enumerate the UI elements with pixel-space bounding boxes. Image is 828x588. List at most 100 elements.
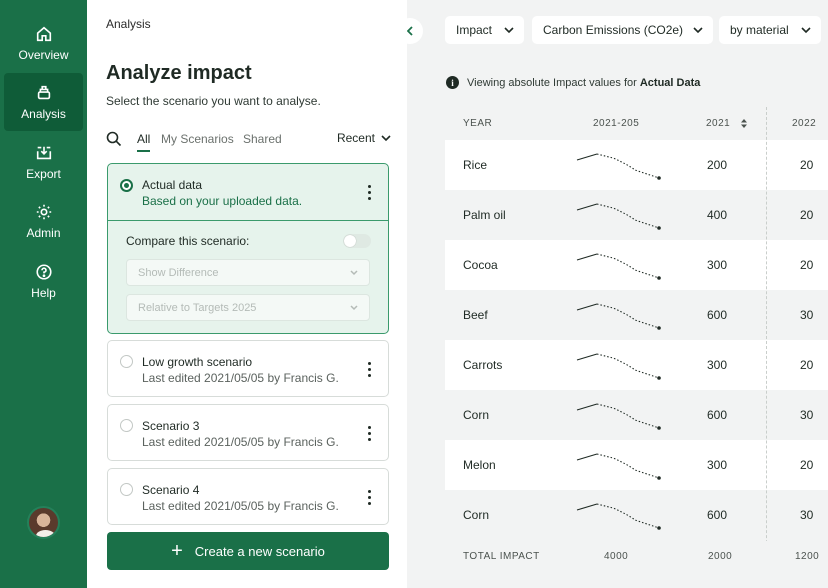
total-label: TOTAL IMPACT [463, 551, 540, 562]
sparkline-actual [576, 303, 598, 311]
help-icon [35, 263, 52, 280]
scenario-card-scenario-4[interactable]: Scenario 4 Last edited 2021/05/05 by Fra… [107, 468, 389, 525]
more-options-icon[interactable] [368, 426, 372, 442]
column-divider [766, 107, 767, 573]
sidebar-item-analysis[interactable]: Analysis [4, 73, 83, 131]
scenario-radio[interactable] [120, 179, 133, 192]
home-icon [36, 26, 51, 41]
select-value: Show Difference [138, 267, 219, 279]
scenario-subtitle: Last edited 2021/05/05 by Francis G. [142, 435, 339, 449]
sidebar-item-label: Overview [18, 47, 69, 62]
table-row[interactable]: Corn 600 30 [445, 490, 828, 540]
row-value-2022: 30 [800, 408, 814, 422]
sidebar-item-label: Export [26, 166, 61, 181]
trend-sparkline [576, 403, 661, 430]
header-2021[interactable]: 2021 [706, 118, 730, 129]
create-scenario-button[interactable]: + Create a new scenario [107, 532, 389, 570]
sparkline-projection [596, 203, 660, 229]
scenario-title: Scenario 4 [142, 483, 200, 497]
row-value-2021: 300 [707, 358, 728, 372]
info-message: i Viewing absolute Impact values for Act… [446, 76, 700, 89]
tab-shared[interactable]: Shared [243, 132, 282, 146]
tab-my-scenarios[interactable]: My Scenarios [161, 132, 234, 146]
layers-icon [37, 85, 50, 99]
more-options-icon[interactable] [368, 490, 372, 506]
metric-dropdown[interactable]: Carbon Emissions (CO2e) [532, 16, 713, 44]
row-value-2022: 20 [800, 208, 814, 222]
scenario-subtitle: Last edited 2021/05/05 by Francis G. [142, 499, 339, 513]
row-value-2021: 600 [707, 508, 728, 522]
row-material: Palm oil [463, 208, 506, 222]
plus-icon: + [171, 540, 183, 562]
header-range: 2021-205 [593, 118, 640, 129]
page-title: Analyze impact [106, 62, 252, 84]
trend-sparkline [576, 203, 661, 230]
sparkline-endpoint [657, 476, 661, 480]
row-value-2022: 20 [800, 258, 814, 272]
scenario-card-low-growth[interactable]: Low growth scenario Last edited 2021/05/… [107, 340, 389, 397]
chevron-left-icon [407, 26, 413, 36]
sort-dropdown[interactable]: Recent [337, 131, 391, 145]
total-range: 4000 [604, 551, 629, 562]
table-row[interactable]: Melon 300 20 [445, 440, 828, 490]
search-icon[interactable] [106, 131, 122, 147]
info-text: Viewing absolute Impact values for [467, 76, 637, 89]
sidebar-item-export[interactable]: Export [0, 133, 87, 191]
row-material: Melon [463, 458, 496, 472]
table-row[interactable]: Rice 200 20 [445, 140, 828, 190]
export-icon [36, 146, 51, 159]
chevron-down-icon [350, 305, 358, 311]
scenario-card-actual-data[interactable]: Actual data Based on your uploaded data.… [107, 163, 389, 334]
sidebar: Overview Analysis Export Admin Help [0, 0, 87, 588]
scenario-subtitle: Based on your uploaded data. [142, 194, 303, 208]
trend-sparkline [576, 253, 661, 280]
select-value: Relative to Targets 2025 [138, 302, 257, 314]
trend-sparkline [576, 303, 661, 330]
dropdown-value: Impact [456, 23, 493, 37]
table-row[interactable]: Corn 600 30 [445, 390, 828, 440]
scenario-filters: All My Scenarios Shared Recent [106, 128, 391, 152]
grouping-dropdown[interactable]: by material [719, 16, 821, 44]
row-material: Corn [463, 408, 490, 422]
table-row[interactable]: Palm oil 400 20 [445, 190, 828, 240]
more-options-icon[interactable] [368, 185, 372, 201]
sidebar-item-overview[interactable]: Overview [0, 14, 87, 72]
impact-dropdown[interactable]: Impact [445, 16, 524, 44]
relative-targets-select[interactable]: Relative to Targets 2025 [126, 294, 370, 321]
sidebar-item-help[interactable]: Help [0, 252, 87, 310]
sidebar-item-label: Help [31, 285, 56, 300]
collapse-panel-button[interactable] [407, 18, 423, 44]
scenario-radio[interactable] [120, 483, 133, 496]
sparkline-actual [576, 153, 598, 161]
scenario-title: Scenario 3 [142, 419, 200, 433]
trend-sparkline [576, 153, 661, 180]
show-difference-select[interactable]: Show Difference [126, 259, 370, 286]
sparkline-projection [596, 353, 660, 379]
sparkline-actual [576, 453, 598, 461]
more-options-icon[interactable] [368, 362, 372, 378]
dropdown-value: Carbon Emissions (CO2e) [543, 23, 684, 37]
sparkline-projection [596, 403, 660, 429]
row-value-2021: 200 [707, 158, 728, 172]
scenario-card-scenario-3[interactable]: Scenario 3 Last edited 2021/05/05 by Fra… [107, 404, 389, 461]
scenario-radio[interactable] [120, 355, 133, 368]
table-row[interactable]: Cocoa 300 20 [445, 240, 828, 290]
table-row[interactable]: Carrots 300 20 [445, 340, 828, 390]
sparkline-endpoint [657, 526, 661, 530]
dropdown-value: by material [730, 23, 789, 37]
row-material: Cocoa [463, 258, 498, 272]
scenario-panel: Analysis Analyze impact Select the scena… [87, 0, 407, 588]
sidebar-item-admin[interactable]: Admin [0, 192, 87, 250]
row-value-2022: 20 [800, 158, 814, 172]
sparkline-projection [596, 153, 660, 179]
sparkline-endpoint [657, 376, 661, 380]
sparkline-actual [576, 353, 598, 361]
total-row: TOTAL IMPACT 4000 2000 1200 [445, 541, 828, 573]
tab-all[interactable]: All [137, 132, 151, 152]
table-row[interactable]: Beef 600 30 [445, 290, 828, 340]
scenario-radio[interactable] [120, 419, 133, 432]
sort-icon[interactable] [741, 119, 747, 128]
row-value-2021: 600 [707, 308, 728, 322]
compare-toggle[interactable] [343, 234, 371, 248]
avatar[interactable] [27, 506, 60, 539]
